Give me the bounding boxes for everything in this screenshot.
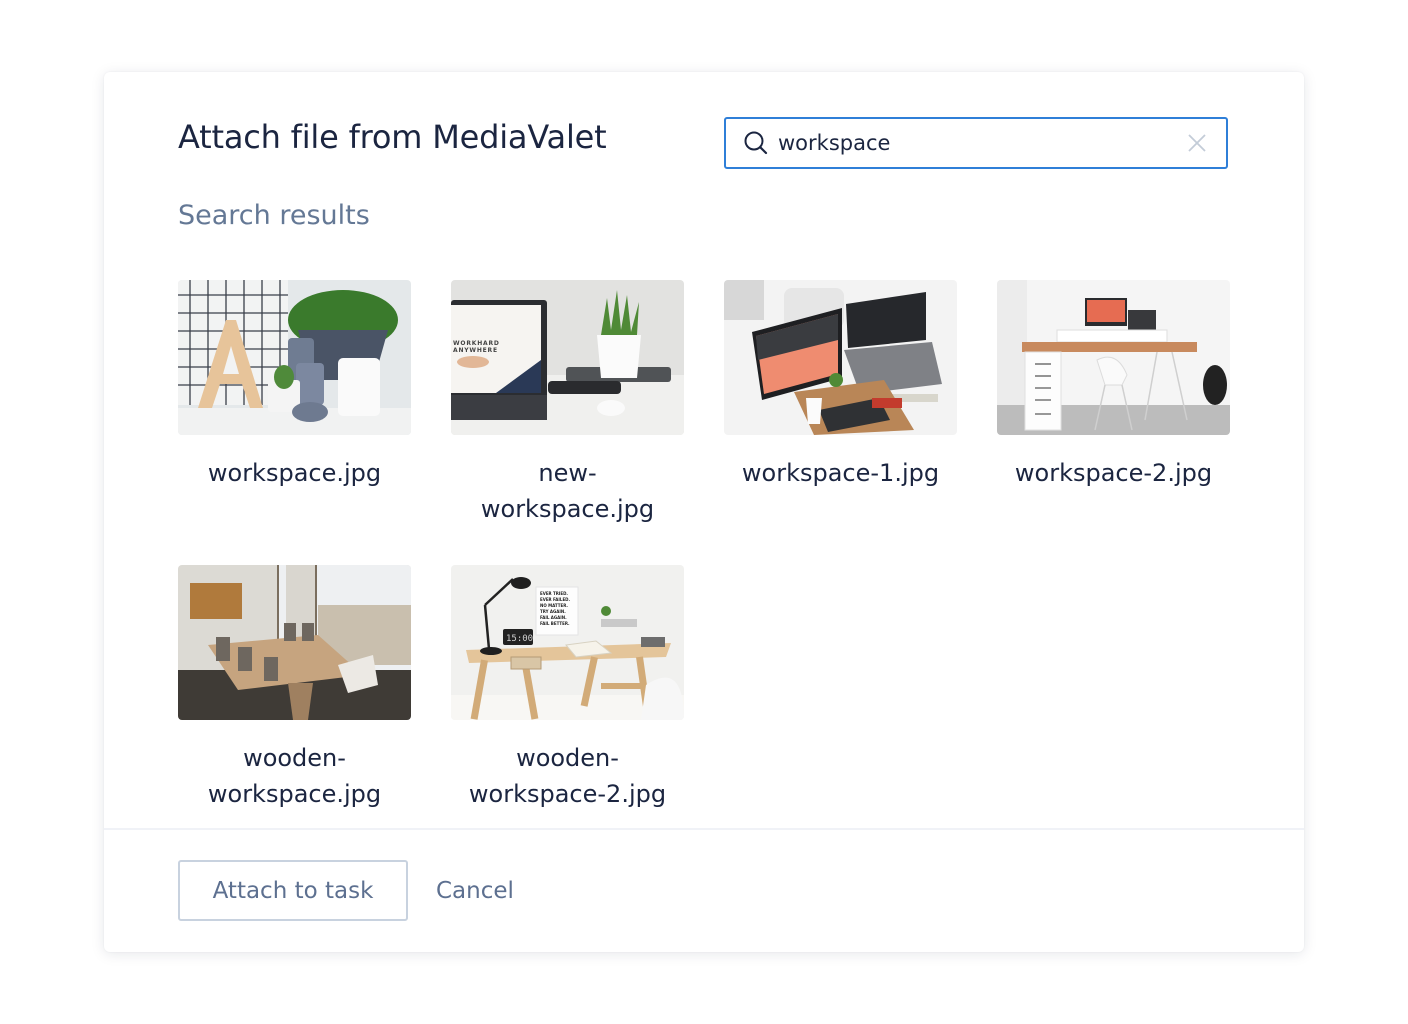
result-tile[interactable]: WORKHARD ANYWHERE new-workspace.jpg bbox=[451, 280, 684, 527]
svg-text:FAIL AGAIN.: FAIL AGAIN. bbox=[540, 615, 567, 620]
footer-divider bbox=[104, 828, 1304, 830]
thumbnail-image bbox=[997, 280, 1230, 435]
search-results-heading: Search results bbox=[178, 200, 370, 231]
result-tile[interactable]: workspace-1.jpg bbox=[724, 280, 957, 527]
thumbnail-image bbox=[178, 280, 411, 435]
clock-display: 15:00 bbox=[506, 634, 533, 644]
attach-file-dialog: Attach file from MediaValet Search resul… bbox=[104, 72, 1304, 952]
search-icon bbox=[743, 130, 769, 156]
result-filename: wooden-workspace.jpg bbox=[207, 744, 382, 808]
dialog-title: Attach file from MediaValet bbox=[178, 118, 607, 156]
results-grid: workspace.jpg WORKHARD ANYWHERE new-work… bbox=[178, 280, 1230, 812]
result-tile[interactable]: workspace-2.jpg bbox=[997, 280, 1230, 527]
svg-text:TRY AGAIN.: TRY AGAIN. bbox=[540, 609, 566, 614]
result-filename: workspace.jpg bbox=[207, 459, 382, 487]
svg-text:FAIL BETTER.: FAIL BETTER. bbox=[540, 621, 570, 626]
result-filename: new-workspace.jpg bbox=[480, 459, 655, 523]
thumbnail-image: EVER TRIED. EVER FAILED. NO MATTER. TRY … bbox=[451, 565, 684, 720]
svg-text:ANYWHERE: ANYWHERE bbox=[453, 347, 498, 354]
result-filename: workspace-1.jpg bbox=[741, 459, 940, 487]
result-filename: wooden-workspace-2.jpg bbox=[468, 744, 667, 808]
svg-text:EVER TRIED.: EVER TRIED. bbox=[540, 591, 568, 596]
search-field[interactable] bbox=[724, 117, 1228, 169]
search-input[interactable] bbox=[778, 131, 1185, 155]
svg-text:WORKHARD: WORKHARD bbox=[453, 340, 500, 347]
result-tile[interactable]: wooden-workspace.jpg bbox=[178, 565, 411, 812]
attach-to-task-button[interactable]: Attach to task bbox=[178, 860, 408, 921]
thumbnail-image: WORKHARD ANYWHERE bbox=[451, 280, 684, 435]
thumbnail-image bbox=[724, 280, 957, 435]
close-icon[interactable] bbox=[1185, 131, 1209, 155]
result-tile[interactable]: EVER TRIED. EVER FAILED. NO MATTER. TRY … bbox=[451, 565, 684, 812]
thumbnail-image bbox=[178, 565, 411, 720]
cancel-button[interactable]: Cancel bbox=[436, 860, 514, 921]
svg-text:NO MATTER.: NO MATTER. bbox=[540, 603, 568, 608]
result-filename: workspace-2.jpg bbox=[1014, 459, 1213, 487]
svg-text:EVER FAILED.: EVER FAILED. bbox=[540, 597, 570, 602]
result-tile[interactable]: workspace.jpg bbox=[178, 280, 411, 527]
